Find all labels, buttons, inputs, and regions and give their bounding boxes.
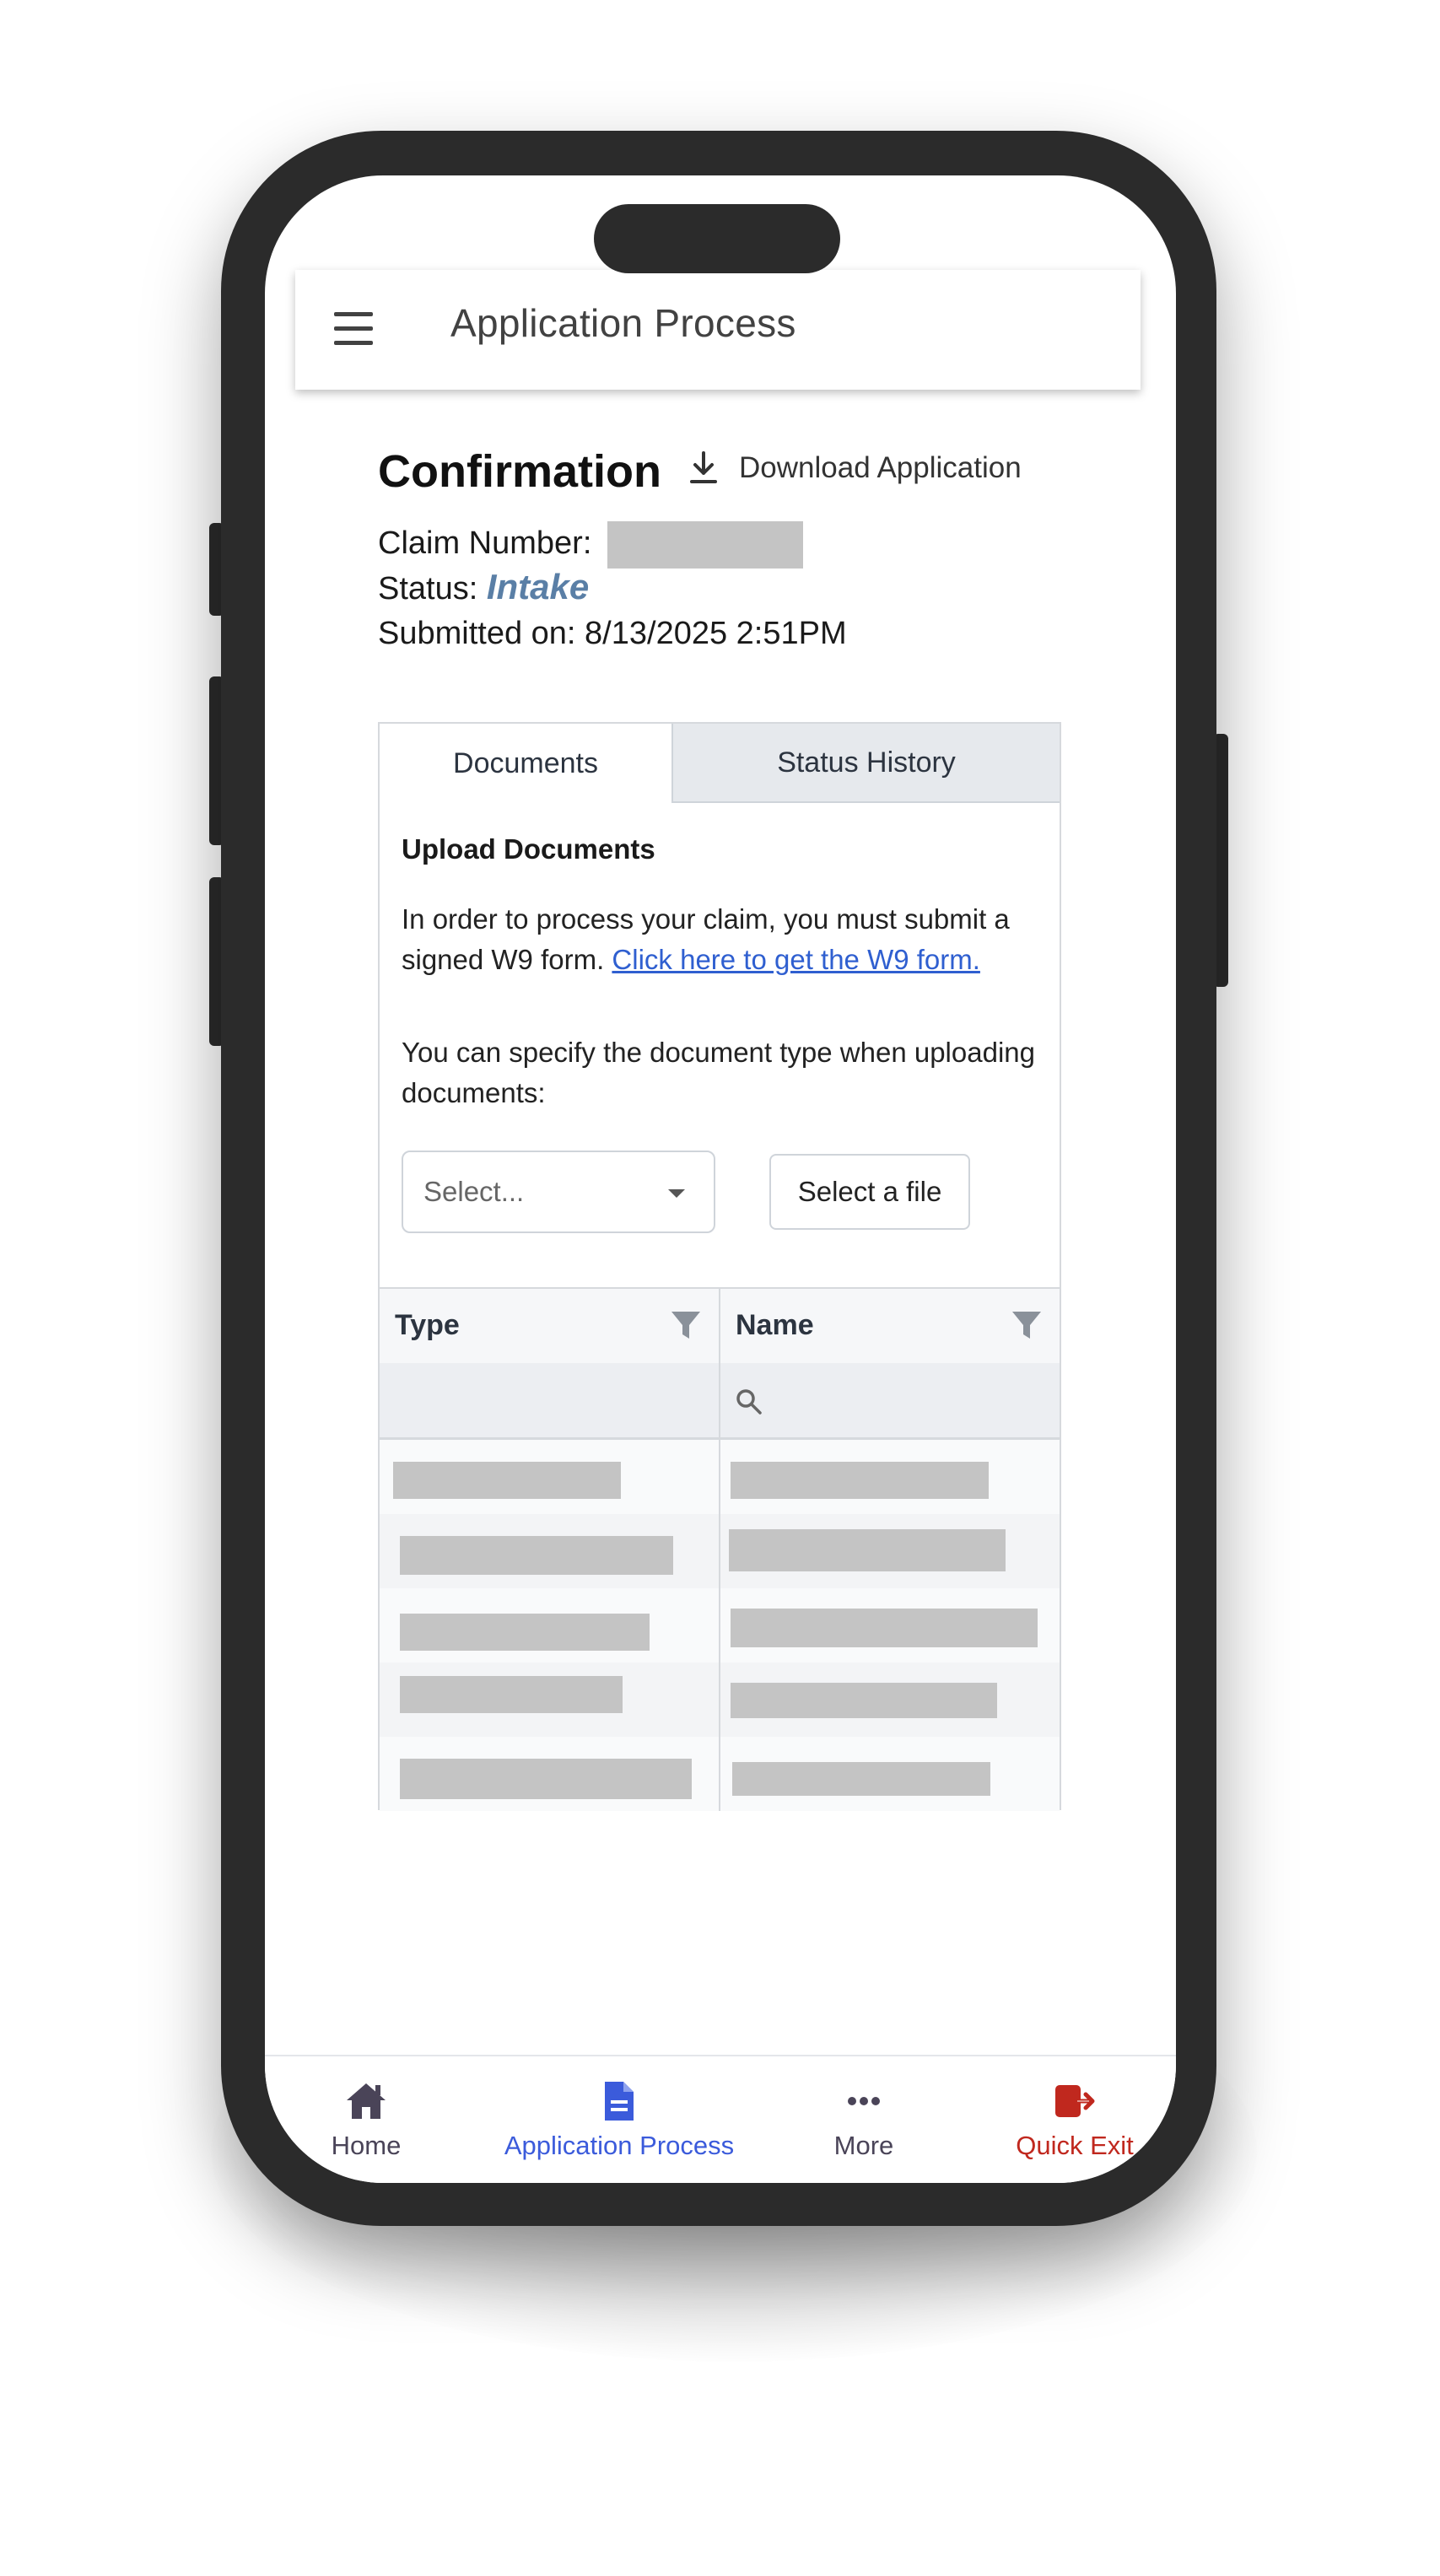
column-header-type-label: Type: [395, 1309, 460, 1341]
claim-number-redacted: [607, 521, 803, 569]
name-cell-redacted: [732, 1762, 990, 1796]
column-header-name-label: Name: [736, 1309, 814, 1341]
claim-number-label: Claim Number:: [378, 525, 592, 562]
nav-quick-exit-label: Quick Exit: [1016, 2131, 1134, 2160]
nav-quick-exit[interactable]: Quick Exit: [999, 2056, 1151, 2183]
tab-bar: Documents Status History: [380, 724, 1060, 803]
nav-more-label: More: [833, 2131, 894, 2160]
table-filter-row: [380, 1363, 1060, 1440]
document-type-select-placeholder: Select...: [423, 1176, 525, 1207]
name-cell-redacted: [731, 1609, 1038, 1647]
status-value: Intake: [486, 567, 590, 606]
w9-form-link[interactable]: Click here to get the W9 form.: [612, 944, 980, 975]
claim-number-line: Claim Number:: [378, 521, 803, 569]
search-icon[interactable]: [734, 1387, 764, 1417]
column-divider: [719, 1363, 720, 1437]
bottom-navigation: Home Application Process More Quick Exit: [265, 2055, 1176, 2183]
download-icon: [690, 451, 717, 483]
document-type-instruction: You can specify the document type when u…: [402, 1037, 1035, 1108]
table-header: Type Name: [380, 1287, 1060, 1365]
app-bar-title: Application Process: [450, 301, 796, 345]
nav-more[interactable]: More: [805, 2056, 923, 2183]
status-line: Status: Intake: [378, 567, 589, 607]
name-cell-redacted: [731, 1462, 989, 1499]
upload-documents-heading: Upload Documents: [402, 833, 655, 865]
phone-notch: [594, 204, 840, 273]
type-cell-redacted: [400, 1614, 650, 1651]
name-cell-redacted: [729, 1529, 1006, 1571]
document-type-select[interactable]: Select...: [402, 1151, 715, 1233]
type-cell-redacted: [393, 1462, 621, 1499]
w9-instruction: In order to process your claim, you must…: [402, 899, 1060, 980]
type-cell-redacted: [400, 1536, 673, 1575]
filter-icon[interactable]: [670, 1309, 702, 1341]
type-cell-redacted: [400, 1676, 623, 1713]
page-title: Confirmation: [378, 446, 661, 497]
filter-icon[interactable]: [1011, 1309, 1043, 1341]
nav-application-process-label: Application Process: [504, 2131, 735, 2160]
tab-documents[interactable]: Documents: [380, 724, 671, 803]
nav-home-label: Home: [331, 2131, 402, 2160]
submitted-value: 8/13/2025 2:51PM: [585, 616, 847, 651]
name-cell-redacted: [731, 1683, 997, 1718]
column-header-name[interactable]: Name: [720, 1289, 1060, 1363]
select-file-button[interactable]: Select a file: [769, 1154, 970, 1230]
nav-application-process[interactable]: Application Process: [476, 2056, 763, 2183]
nav-home[interactable]: Home: [307, 2056, 425, 2183]
menu-icon[interactable]: [334, 312, 373, 346]
documents-panel: Documents Status History Upload Document…: [378, 722, 1061, 1811]
column-header-type[interactable]: Type: [380, 1289, 720, 1363]
column-divider: [719, 1440, 720, 1811]
status-label: Status:: [378, 571, 478, 606]
tab-status-history[interactable]: Status History: [671, 724, 1060, 803]
type-cell-redacted: [400, 1759, 692, 1799]
phone-screen: Application Process Confirmation Downloa…: [265, 175, 1176, 2183]
submitted-line: Submitted on: 8/13/2025 2:51PM: [378, 616, 847, 652]
exit-icon: [1055, 2085, 1095, 2117]
download-application-label: Download Application: [739, 451, 1022, 484]
chevron-down-icon: [668, 1189, 685, 1198]
home-icon: [347, 2083, 386, 2119]
submitted-label: Submitted on:: [378, 616, 576, 651]
app-bar: Application Process: [295, 270, 1141, 390]
more-icon: [848, 2097, 880, 2105]
download-application-button[interactable]: Download Application: [687, 450, 1022, 487]
document-icon: [605, 2082, 634, 2121]
